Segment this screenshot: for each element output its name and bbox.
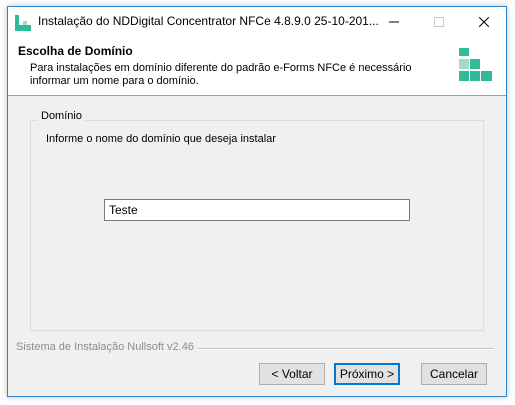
page-title: Escolha de Domínio xyxy=(18,44,133,58)
domain-instruction: Informe o nome do domínio que deseja ins… xyxy=(46,133,276,145)
minimize-button[interactable] xyxy=(371,7,416,37)
installer-window: Instalação do NDDigital Concentrator NFC… xyxy=(7,6,507,397)
nullsoft-branding: Sistema de Instalação Nullsoft v2.46 xyxy=(16,341,194,353)
page-description: Para instalações em domínio diferente do… xyxy=(30,62,412,87)
cancel-button[interactable]: Cancelar xyxy=(421,363,487,385)
nddigital-logo-icon xyxy=(459,48,492,81)
maximize-icon xyxy=(433,17,444,27)
minimize-icon xyxy=(388,21,399,23)
installer-app-icon xyxy=(15,15,31,31)
domain-name-input[interactable] xyxy=(104,199,410,221)
back-button[interactable]: < Voltar xyxy=(259,363,325,385)
next-button[interactable]: Próximo > xyxy=(334,363,400,385)
close-icon xyxy=(478,17,489,27)
maximize-button xyxy=(416,7,461,37)
window-title: Instalação do NDDigital Concentrator NFC… xyxy=(38,14,379,28)
footer-divider xyxy=(198,348,494,350)
domain-groupbox-label: Domínio xyxy=(38,110,85,122)
close-button[interactable] xyxy=(461,7,506,37)
title-bar[interactable]: Instalação do NDDigital Concentrator NFC… xyxy=(8,7,506,37)
domain-groupbox xyxy=(30,120,484,331)
page-header: Escolha de Domínio Para instalações em d… xyxy=(8,37,506,96)
